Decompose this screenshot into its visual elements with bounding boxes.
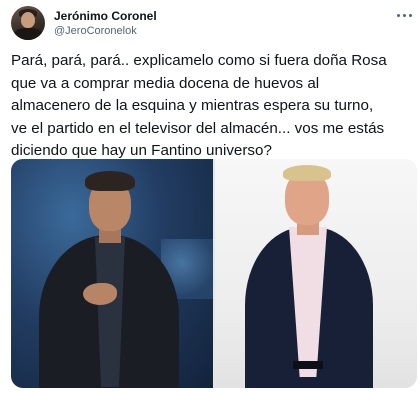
tweet-text-line: que va a comprar media docena de huevos … [11,74,320,92]
more-options-icon[interactable] [394,7,414,23]
tweet-text: Pará, pará, pará.. explicamelo como si f… [11,50,411,163]
tweet-photo-left[interactable] [11,159,213,388]
more-dot [409,14,412,17]
tweet-media-grid [11,159,417,388]
author-handle[interactable]: @JeroCoronelok [54,25,137,37]
author-display-name[interactable]: Jerónimo Coronel [54,9,157,23]
person-hair [85,171,135,191]
tweet-text-line: almacenero de la esquina y mientras espe… [11,97,374,114]
tweet-text-line: Pará, pará, pará.. explicamelo como si f… [11,52,387,69]
avatar-face [21,12,35,28]
more-dot [403,14,406,17]
person-hair [283,165,331,181]
person-belt [293,361,323,369]
avatar-body [14,28,42,40]
person-hand [83,283,117,305]
tweet-text-line: ve el partido en el televisor del almacé… [11,119,385,137]
tweet-card: Jerónimo Coronel @JeroCoronelok Pará, pa… [0,0,420,393]
author-avatar[interactable] [11,6,45,40]
tweet-photo-right[interactable] [215,159,417,388]
more-dot [397,14,400,17]
